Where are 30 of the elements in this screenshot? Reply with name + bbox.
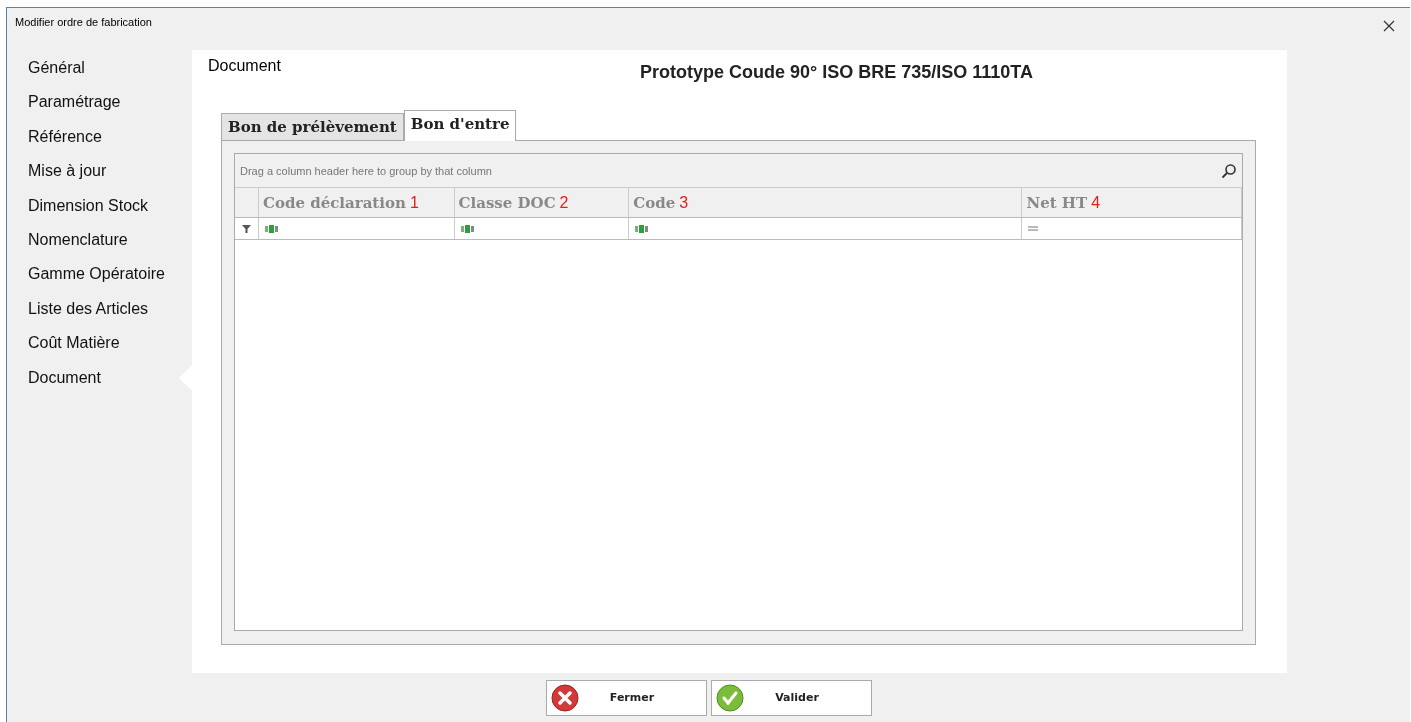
sidebar-item[interactable]: Référence	[7, 126, 192, 162]
group-panel-hint: Drag a column header here to group by that column	[240, 164, 492, 177]
filter-icon[interactable]	[241, 224, 251, 233]
tab[interactable]: Bon d'entre	[403, 110, 517, 141]
tab[interactable]: Bon de prélèvement	[221, 113, 404, 140]
close-button[interactable]: Fermer	[545, 679, 707, 716]
window-title: Modifier ordre de fabrication	[15, 16, 152, 28]
sidebar-item[interactable]: Coût Matière	[7, 333, 192, 368]
column-number: 3	[679, 193, 689, 212]
text-filter-icon[interactable]	[635, 224, 649, 233]
section-title: Document	[207, 56, 282, 76]
validate-button[interactable]: Valider	[710, 679, 872, 716]
text-filter-icon[interactable]	[460, 224, 474, 233]
column-number: 2	[559, 193, 569, 212]
sidebar-item[interactable]: Liste des Articles	[7, 298, 192, 334]
column-number: 1	[409, 193, 419, 212]
equals-filter-icon[interactable]	[1028, 226, 1039, 231]
sidebar-item[interactable]: Général	[7, 58, 192, 93]
text-filter-icon[interactable]	[264, 224, 278, 233]
sidebar-item[interactable]: Paramétrage	[7, 92, 192, 127]
close-icon[interactable]	[1382, 19, 1396, 33]
column-number: 4	[1091, 193, 1101, 212]
cross-icon	[550, 683, 579, 712]
sidebar-item[interactable]: Gamme Opératoire	[7, 264, 192, 299]
check-icon	[715, 683, 744, 712]
sidebar-item[interactable]: Nomenclature	[7, 229, 192, 265]
product-title: Prototype Coude 90° ISO BRE 735/ISO 1110TA	[640, 61, 1033, 84]
sidebar-item[interactable]: Mise à jour	[7, 161, 192, 196]
search-icon[interactable]	[1221, 162, 1237, 179]
sidebar-item[interactable]: Dimension Stock	[7, 195, 192, 230]
